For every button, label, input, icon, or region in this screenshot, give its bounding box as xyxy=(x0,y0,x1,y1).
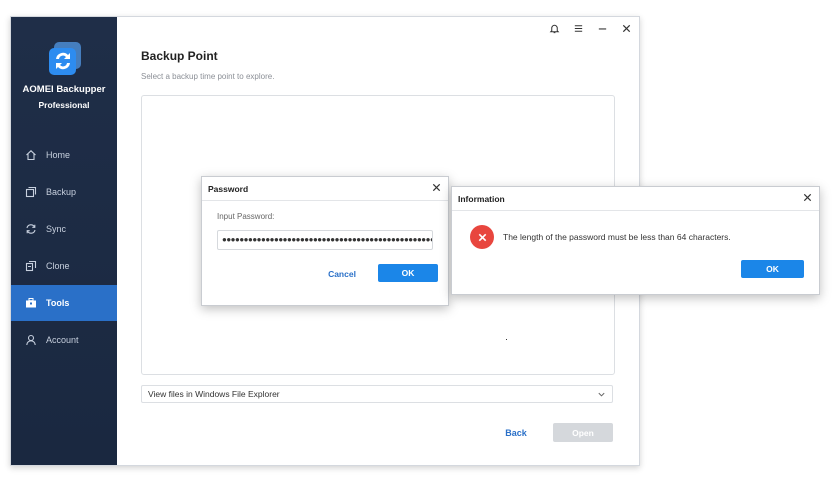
close-icon[interactable] xyxy=(619,21,633,35)
sidebar-item-label: Backup xyxy=(46,187,77,197)
page-title: Backup Point xyxy=(141,49,218,63)
page-subtitle: Select a backup time point to explore. xyxy=(141,72,275,81)
sidebar-item-account[interactable]: Account xyxy=(11,322,117,358)
sidebar-item-home[interactable]: Home xyxy=(11,137,117,173)
password-label: Input Password: xyxy=(217,212,275,221)
sidebar-item-label: Sync xyxy=(46,224,67,234)
sidebar-item-label: Account xyxy=(46,335,79,345)
sidebar-item-label: Tools xyxy=(46,298,70,308)
app-logo-icon xyxy=(47,41,83,77)
menu-icon[interactable] xyxy=(571,21,585,35)
home-icon xyxy=(26,150,36,161)
minimize-icon[interactable] xyxy=(595,21,609,35)
sidebar-item-tools[interactable]: Tools xyxy=(11,285,117,321)
app-edition: Professional xyxy=(38,100,90,110)
toolbox-icon xyxy=(26,298,36,308)
sidebar-item-label: Clone xyxy=(46,261,70,271)
explore-mode-value: View files in Windows File Explorer xyxy=(148,389,280,399)
ok-button[interactable]: OK xyxy=(378,264,438,282)
sidebar-nav: Home Backup Sync Clone Tools Account xyxy=(11,137,117,359)
information-dialog: Information The length of the password m… xyxy=(451,186,820,295)
close-icon[interactable] xyxy=(802,192,813,203)
window-controls xyxy=(547,21,633,35)
password-input[interactable]: ●●●●●●●●●●●●●●●●●●●●●●●●●●●●●●●●●●●●●●●●… xyxy=(217,230,433,250)
divider xyxy=(202,200,448,201)
sidebar: AOMEI Backupper Professional Home Backup… xyxy=(11,17,117,465)
sidebar-item-clone[interactable]: Clone xyxy=(11,248,117,284)
open-button[interactable]: Open xyxy=(553,423,613,442)
dialog-title: Password xyxy=(208,184,249,194)
error-icon xyxy=(470,225,494,249)
sidebar-item-backup[interactable]: Backup xyxy=(11,174,117,210)
divider xyxy=(452,210,819,211)
stray-dot xyxy=(506,339,507,340)
sidebar-item-label: Home xyxy=(46,150,71,160)
dialog-title: Information xyxy=(458,194,505,204)
app-name: AOMEI Backupper xyxy=(22,84,106,95)
password-dialog: Password Input Password: ●●●●●●●●●●●●●●●… xyxy=(201,176,449,306)
back-button[interactable]: Back xyxy=(495,422,537,444)
sidebar-item-sync[interactable]: Sync xyxy=(11,211,117,247)
backup-icon xyxy=(25,186,37,198)
close-icon[interactable] xyxy=(431,182,442,193)
explore-mode-select[interactable]: View files in Windows File Explorer xyxy=(141,385,613,403)
ok-button[interactable]: OK xyxy=(741,260,804,278)
sync-icon xyxy=(26,224,36,234)
cancel-button[interactable]: Cancel xyxy=(322,265,362,283)
user-icon xyxy=(26,334,36,346)
error-message: The length of the password must be less … xyxy=(503,232,731,242)
chevron-down-icon xyxy=(598,392,605,397)
bell-icon[interactable] xyxy=(547,21,561,35)
clone-icon xyxy=(25,260,37,272)
